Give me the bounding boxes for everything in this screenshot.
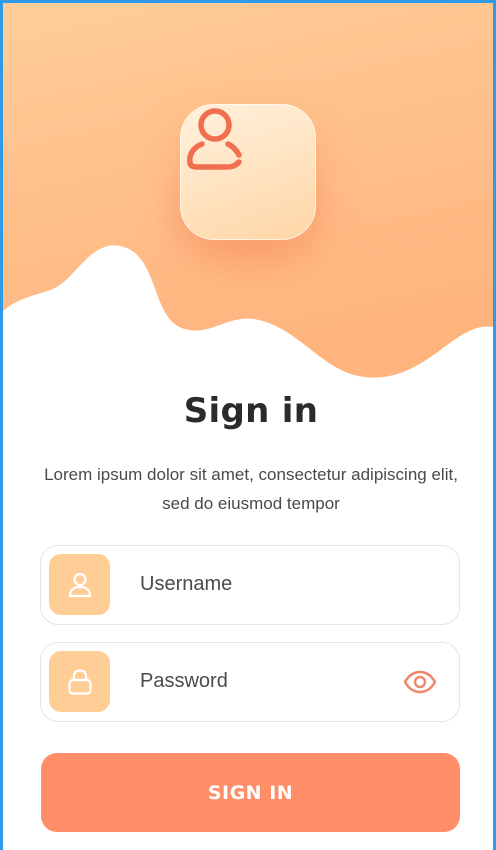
sign-in-button[interactable]: SIGN IN — [41, 753, 460, 832]
phone-frame: Sign in Lorem ipsum dolor sit amet, cons… — [0, 0, 496, 850]
show-password-toggle[interactable] — [403, 667, 437, 697]
user-icon — [187, 108, 242, 170]
eye-icon — [403, 670, 437, 694]
password-icon-badge — [49, 651, 110, 712]
page-title: Sign in — [183, 391, 319, 431]
app-avatar-badge — [180, 104, 316, 240]
password-placeholder: Password — [140, 670, 228, 692]
username-icon-badge — [49, 554, 110, 615]
user-icon — [68, 572, 91, 597]
username-placeholder: Username — [140, 573, 233, 595]
hero-header — [3, 3, 493, 393]
username-field[interactable]: Username — [40, 545, 460, 625]
password-field[interactable]: Password — [40, 642, 460, 722]
page-subtitle: Lorem ipsum dolor sit amet, consectetur … — [44, 465, 458, 513]
lock-icon — [67, 668, 92, 695]
